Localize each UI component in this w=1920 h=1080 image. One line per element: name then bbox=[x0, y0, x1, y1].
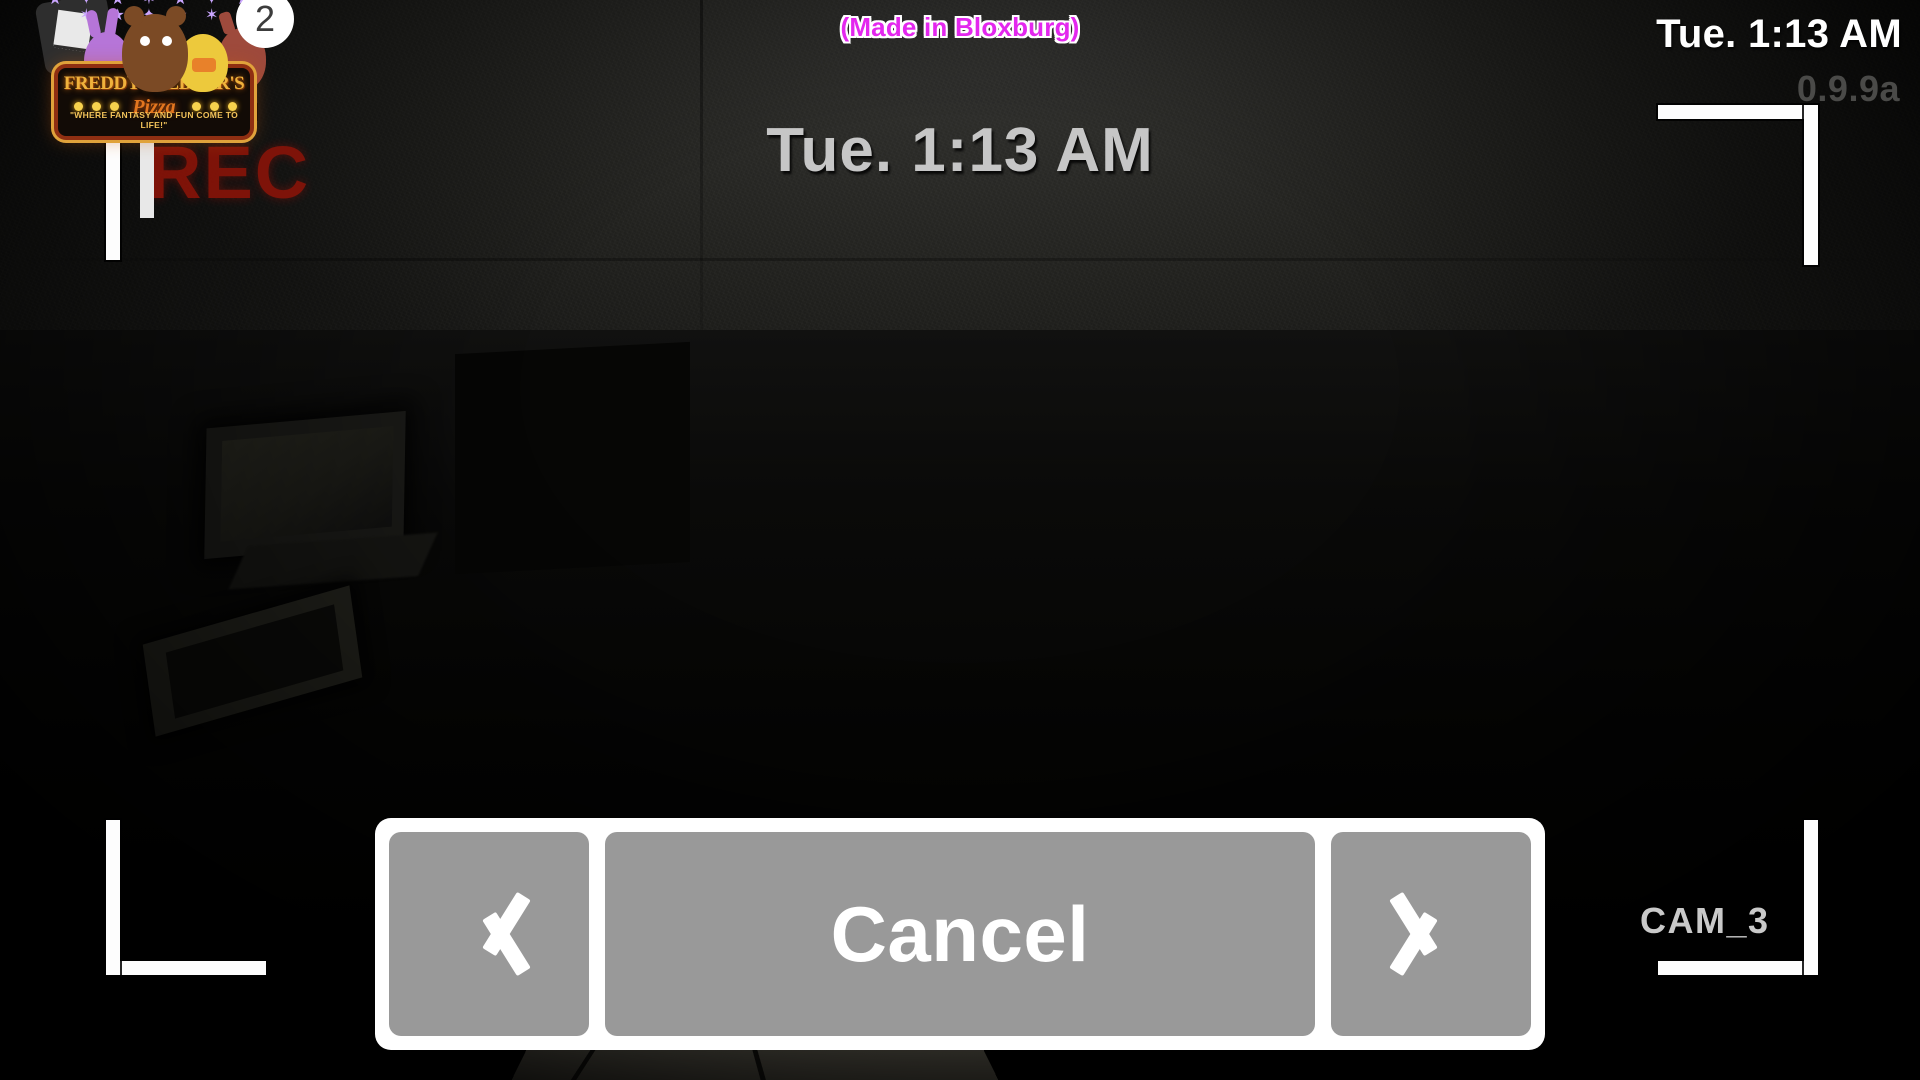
freddy-character-icon bbox=[122, 6, 188, 92]
camera-control-panel: Cancel bbox=[375, 818, 1545, 1050]
camera-viewer-screen: REC ★ ✦ ★ ✶ ★ ✦ ★ ✶ ★ ✦ ★ ✶ FREDDY FAZBE… bbox=[0, 0, 1920, 1080]
bracket-arm-horizontal bbox=[106, 961, 266, 975]
eye-glint bbox=[162, 36, 172, 46]
camera-name-label: CAM_3 bbox=[1640, 900, 1770, 941]
chevron-right-icon bbox=[1405, 886, 1457, 982]
corner-clock-display: Tue. 1:13 AM bbox=[1656, 12, 1902, 56]
camera-bracket-bottom-left bbox=[106, 820, 266, 975]
chevron-left-icon bbox=[463, 886, 515, 982]
cancel-button[interactable]: Cancel bbox=[605, 832, 1315, 1036]
previous-camera-button[interactable] bbox=[389, 832, 589, 1036]
next-camera-button[interactable] bbox=[1331, 832, 1531, 1036]
bracket-arm-vertical bbox=[106, 820, 120, 975]
version-label: 0.9.9a bbox=[1796, 68, 1900, 109]
cancel-button-label: Cancel bbox=[830, 890, 1090, 978]
camera-bracket-bottom-right bbox=[1658, 820, 1818, 975]
center-clock-display: Tue. 1:13 AM bbox=[766, 116, 1154, 185]
bracket-arm-horizontal bbox=[1658, 961, 1818, 975]
bracket-arm-vertical bbox=[1804, 820, 1818, 975]
eye-glint bbox=[140, 36, 150, 46]
